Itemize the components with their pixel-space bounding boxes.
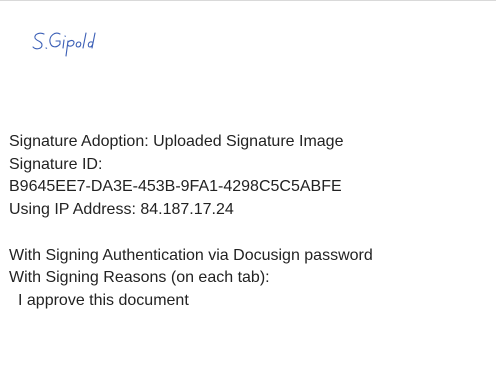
signature-id-label: Signature ID: xyxy=(9,155,103,173)
top-divider xyxy=(0,0,496,1)
signature-id-value: B9645EE7-DA3E-453B-9FA1-4298C5C5ABFE xyxy=(9,178,342,196)
authentication-text: With Signing Authentication via Docusign… xyxy=(9,246,373,264)
signature-image xyxy=(30,28,150,62)
signature-adoption-text: Signature Adoption: Uploaded Signature I… xyxy=(9,133,344,150)
signature-details: Signature Adoption: Uploaded Signature I… xyxy=(9,131,496,313)
signing-reasons-label: With Signing Reasons (on each tab): xyxy=(9,269,270,287)
ip-address-text: Using IP Address: 84.187.17.24 xyxy=(9,201,234,219)
signing-reason-item: I approve this document xyxy=(18,291,189,309)
